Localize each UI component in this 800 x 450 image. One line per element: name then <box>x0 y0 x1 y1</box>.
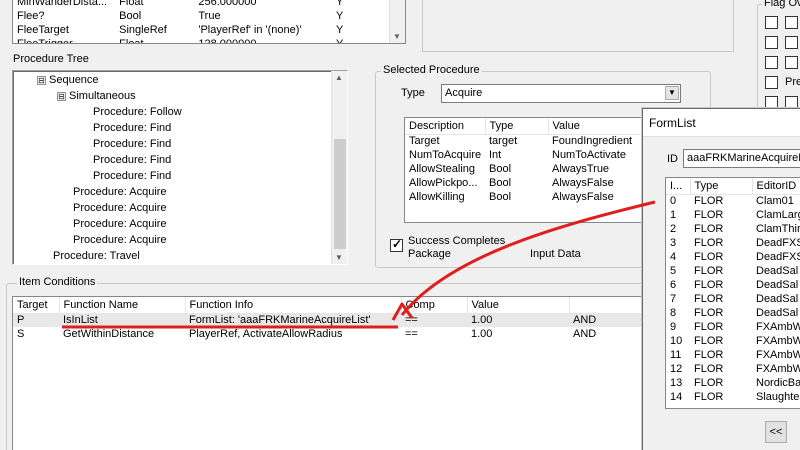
annotation-overlay <box>62 200 656 329</box>
annotation-arrow-curve <box>400 200 656 316</box>
